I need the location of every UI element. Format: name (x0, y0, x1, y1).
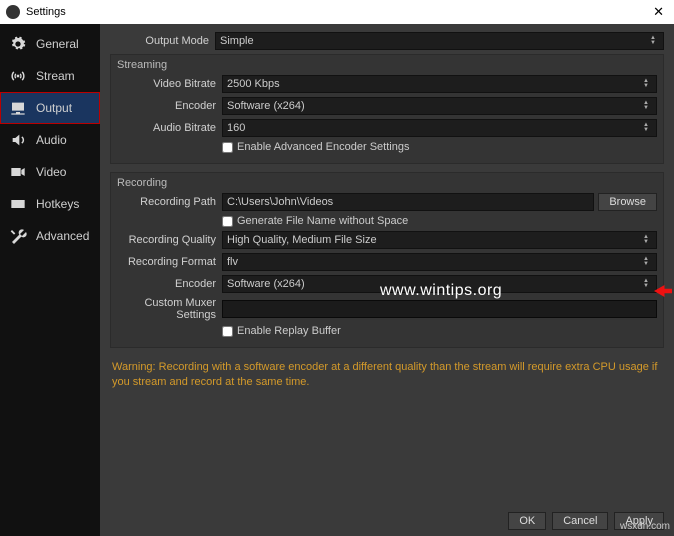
recording-quality-label: Recording Quality (117, 234, 222, 246)
recording-quality-select[interactable]: High Quality, Medium File Size▲▼ (222, 231, 657, 249)
recording-format-label: Recording Format (117, 256, 222, 268)
recording-path-input[interactable] (222, 193, 594, 211)
sidebar-item-advanced[interactable]: Advanced (0, 220, 100, 252)
sidebar-item-audio[interactable]: Audio (0, 124, 100, 156)
sidebar-item-label: Advanced (36, 229, 89, 243)
muxer-input[interactable] (222, 300, 657, 318)
apply-button[interactable]: Apply (614, 512, 664, 530)
muxer-label: Custom Muxer Settings (117, 297, 222, 321)
recording-title: Recording (117, 177, 657, 189)
app-icon (6, 5, 20, 19)
chevron-updown-icon: ▲▼ (640, 279, 652, 289)
streaming-title: Streaming (117, 59, 657, 71)
arrow-icon (654, 284, 672, 303)
browse-button[interactable]: Browse (598, 193, 657, 211)
keyboard-icon (8, 196, 28, 212)
video-bitrate-input[interactable]: 2500 Kbps▲▼ (222, 75, 657, 93)
chevron-updown-icon: ▲▼ (640, 257, 652, 267)
video-icon (8, 164, 28, 180)
recording-path-label: Recording Path (117, 196, 222, 208)
stream-encoder-select[interactable]: Software (x264)▲▼ (222, 97, 657, 115)
gear-icon (8, 36, 28, 52)
chevron-updown-icon: ▲▼ (640, 123, 652, 133)
rec-encoder-label: Encoder (117, 278, 222, 290)
sidebar-item-stream[interactable]: Stream (0, 60, 100, 92)
sidebar-item-label: Stream (36, 69, 75, 83)
audio-bitrate-label: Audio Bitrate (117, 122, 222, 134)
sidebar-item-video[interactable]: Video (0, 156, 100, 188)
spinner-icon: ▲▼ (640, 79, 652, 89)
close-icon[interactable]: ✕ (649, 4, 668, 20)
stream-encoder-label: Encoder (117, 100, 222, 112)
cancel-button[interactable]: Cancel (552, 512, 608, 530)
recording-format-select[interactable]: flv▲▼ (222, 253, 657, 271)
output-icon (8, 100, 28, 116)
output-mode-label: Output Mode (110, 35, 215, 47)
sidebar: General Stream Output Audio Video Hotkey… (0, 24, 100, 536)
gen-no-space-checkbox[interactable]: Generate File Name without Space (222, 215, 408, 227)
stream-icon (8, 68, 28, 84)
rec-encoder-select[interactable]: Software (x264)▲▼ (222, 275, 657, 293)
window-title: Settings (26, 6, 66, 18)
recording-group: Recording Recording Path Browse Generate… (110, 172, 664, 348)
titlebar: Settings ✕ (0, 0, 674, 24)
content-panel: Output Mode Simple ▲▼ Streaming Video Bi… (100, 24, 674, 536)
sidebar-item-label: Video (36, 165, 66, 179)
tools-icon (8, 228, 28, 244)
sidebar-item-label: Audio (36, 133, 67, 147)
ok-button[interactable]: OK (508, 512, 546, 530)
replay-buffer-checkbox[interactable]: Enable Replay Buffer (222, 325, 341, 337)
audio-icon (8, 132, 28, 148)
sidebar-item-label: Output (36, 101, 72, 115)
adv-encoder-checkbox[interactable]: Enable Advanced Encoder Settings (222, 141, 409, 153)
chevron-updown-icon: ▲▼ (640, 235, 652, 245)
chevron-updown-icon: ▲▼ (640, 101, 652, 111)
audio-bitrate-select[interactable]: 160▲▼ (222, 119, 657, 137)
sidebar-item-general[interactable]: General (0, 28, 100, 60)
chevron-updown-icon: ▲▼ (647, 36, 659, 46)
warning-text: Warning: Recording with a software encod… (110, 356, 664, 394)
sidebar-item-label: Hotkeys (36, 197, 79, 211)
sidebar-item-label: General (36, 37, 79, 51)
output-mode-select[interactable]: Simple ▲▼ (215, 32, 664, 50)
streaming-group: Streaming Video Bitrate 2500 Kbps▲▼ Enco… (110, 54, 664, 164)
sidebar-item-hotkeys[interactable]: Hotkeys (0, 188, 100, 220)
dialog-buttons: OK Cancel Apply (508, 512, 664, 530)
sidebar-item-output[interactable]: Output (0, 92, 100, 124)
video-bitrate-label: Video Bitrate (117, 78, 222, 90)
